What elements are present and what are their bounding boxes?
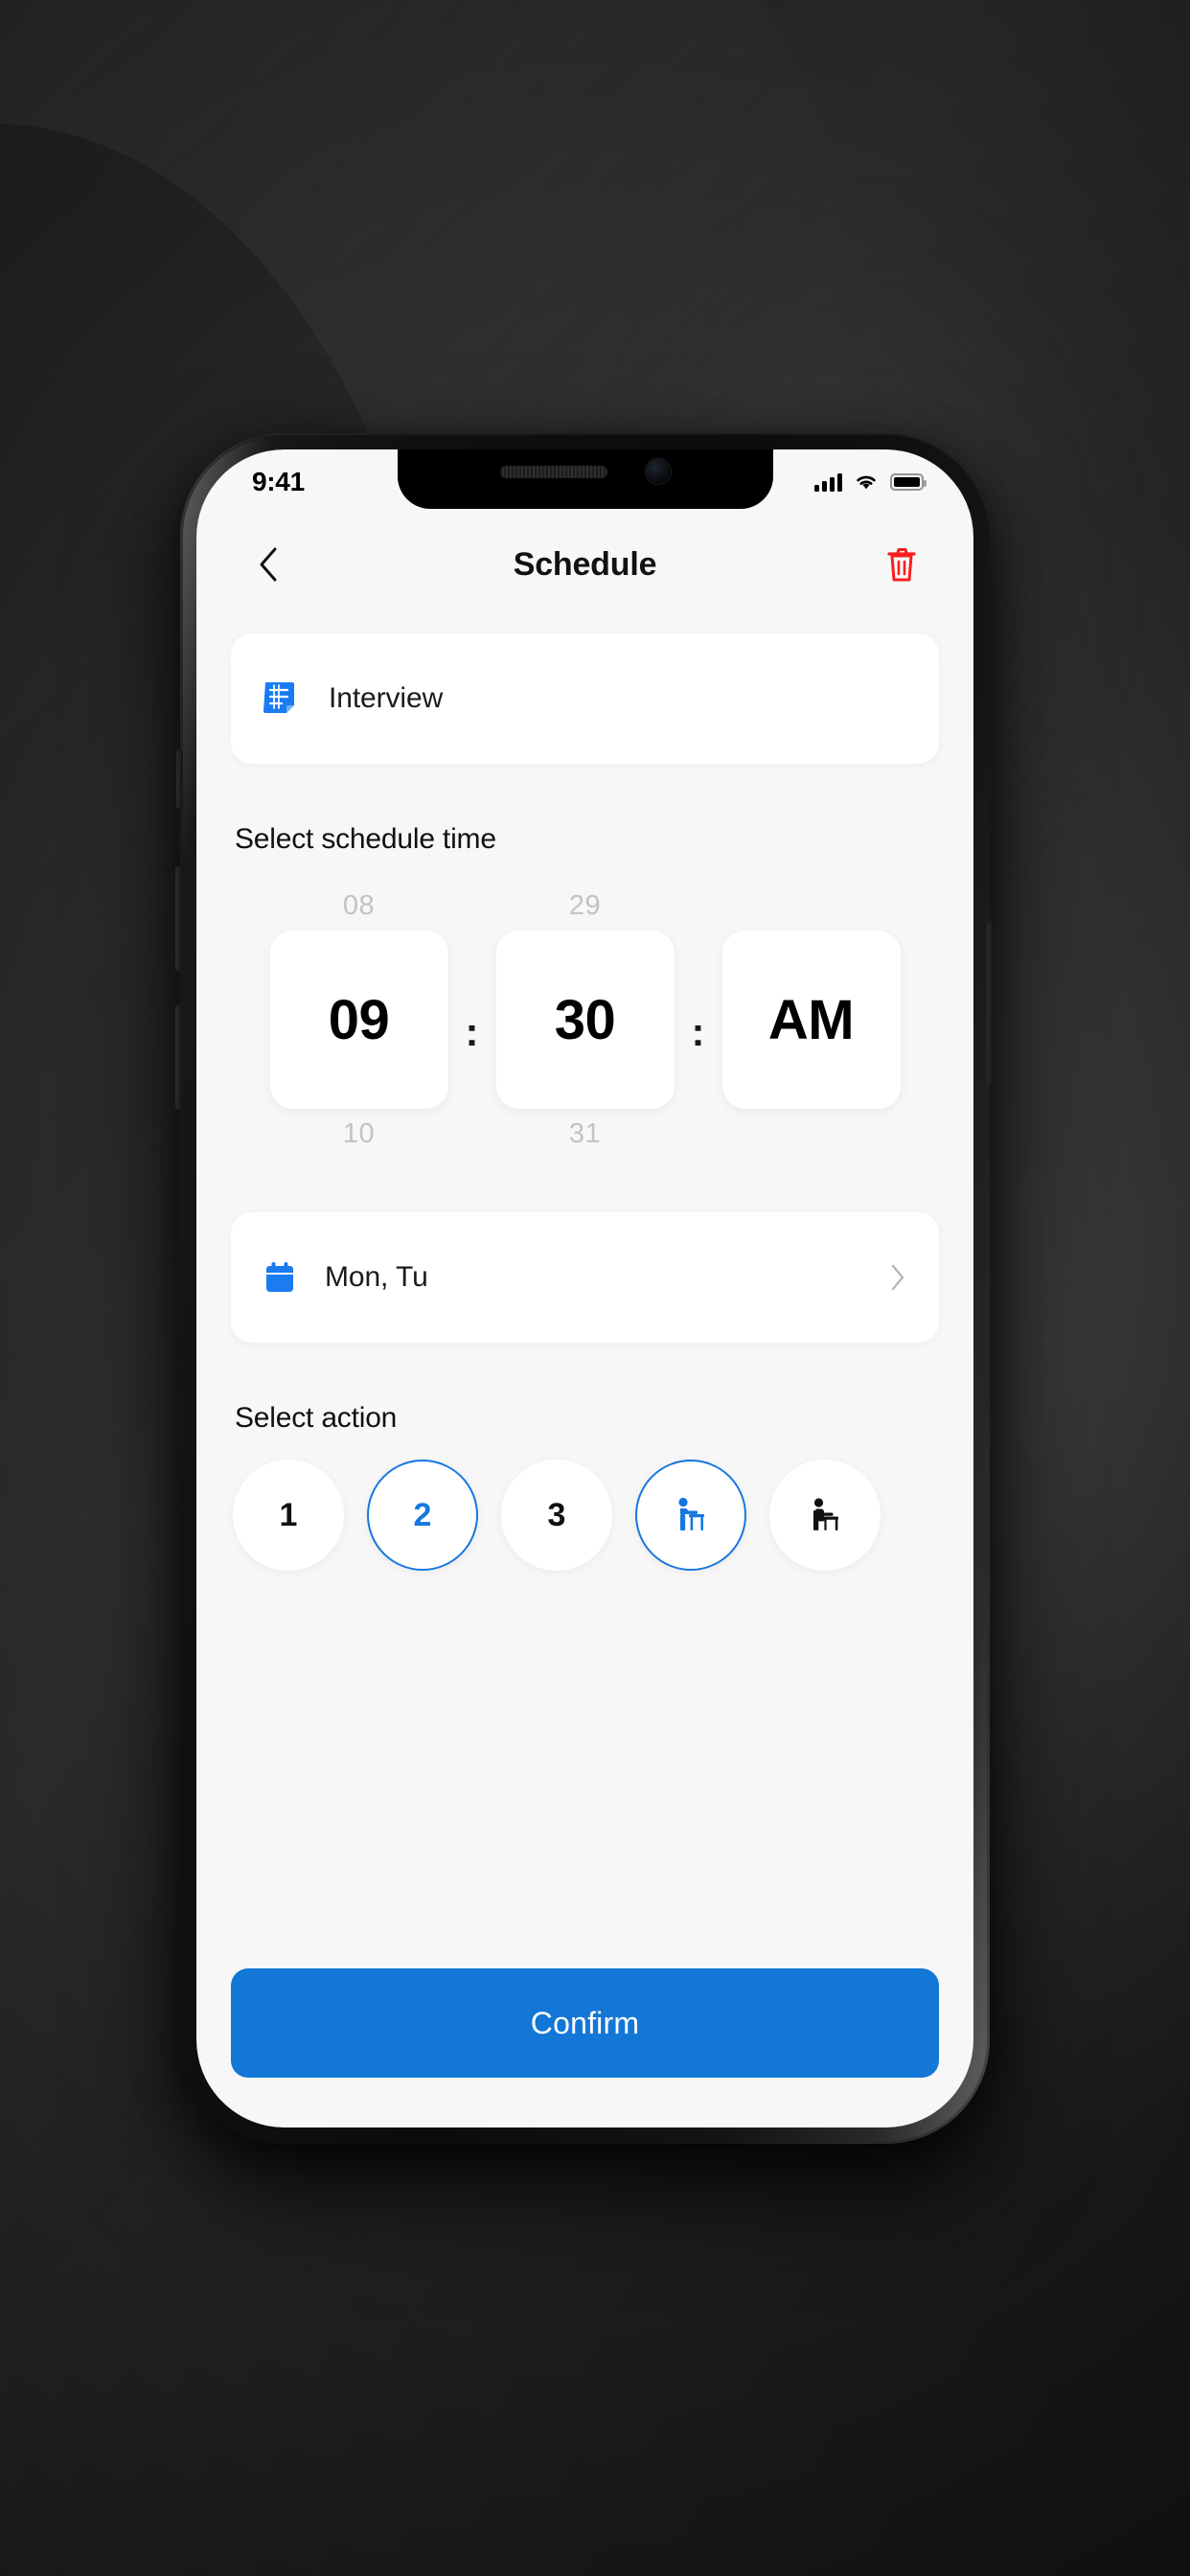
action-options-row: 1 2 3 (231, 1460, 939, 1571)
action-option-standing-desk[interactable] (635, 1460, 746, 1571)
hour-next-value[interactable]: 10 (343, 1109, 375, 1159)
volume-down-button[interactable] (175, 1004, 183, 1110)
time-picker-hour-column: 08 09 10 (269, 881, 448, 1159)
hour-previous-value[interactable]: 08 (343, 881, 375, 931)
cellular-signal-icon (814, 472, 842, 492)
time-picker-meridiem-column: AM (721, 881, 901, 1159)
phone-device-frame: 9:41 Schedule Interview Select schedule … (175, 433, 995, 2144)
chevron-right-icon (891, 1264, 904, 1291)
volume-up-button[interactable] (175, 866, 183, 972)
date-row-wrapper: Mon, Tu (231, 1212, 939, 1343)
delete-button[interactable] (876, 539, 927, 590)
time-separator-1: : (465, 1009, 479, 1054)
earpiece-speaker-icon (499, 465, 607, 478)
minute-selected-value[interactable]: 30 (495, 931, 675, 1109)
minute-next-value[interactable]: 31 (569, 1109, 601, 1159)
repeat-days-label: Mon, Tu (325, 1261, 428, 1293)
front-camera-icon (645, 459, 671, 484)
status-bar-indicators (814, 472, 927, 492)
action-option-sitting-desk[interactable] (769, 1460, 881, 1571)
action-option-1[interactable]: 1 (233, 1460, 344, 1571)
meridiem-selected-value[interactable]: AM (721, 931, 901, 1109)
phone-screen: 9:41 Schedule Interview Select schedule … (196, 449, 973, 2128)
device-notch (397, 449, 773, 509)
hour-selected-value[interactable]: 09 (269, 931, 448, 1109)
person-sitting-at-desk-icon (813, 1498, 838, 1530)
app-header: Schedule (196, 509, 973, 620)
repeat-days-row[interactable]: Mon, Tu (231, 1212, 939, 1343)
time-separator-2: : (691, 1009, 705, 1054)
time-section-label: Select schedule time (235, 823, 496, 855)
event-type-card[interactable]: Interview (231, 633, 939, 764)
event-type-label: Interview (329, 682, 444, 714)
time-picker: 08 09 10 : 29 30 31 : AM (231, 881, 939, 1159)
action-option-2-label: 2 (413, 1496, 432, 1533)
note-document-icon (263, 682, 294, 713)
wifi-icon (857, 475, 876, 490)
chevron-left-icon (260, 547, 277, 582)
person-standing-at-desk-icon (678, 1497, 704, 1530)
minute-previous-value[interactable]: 29 (569, 881, 601, 931)
action-option-1-label: 1 (279, 1496, 298, 1533)
footer-actions: Confirm (231, 1968, 939, 2078)
page-title: Schedule (513, 545, 657, 583)
action-section-label: Select action (235, 1402, 398, 1434)
battery-full-icon (890, 473, 927, 491)
action-option-3[interactable]: 3 (501, 1460, 612, 1571)
action-option-3-label: 3 (547, 1496, 566, 1533)
action-option-2[interactable]: 2 (367, 1460, 478, 1571)
calendar-icon (266, 1262, 293, 1292)
confirm-button[interactable]: Confirm (231, 1968, 939, 2078)
status-bar-clock: 9:41 (252, 467, 305, 496)
trash-icon (887, 548, 916, 582)
time-picker-minute-column: 29 30 31 (495, 881, 675, 1159)
silent-switch-button[interactable] (176, 749, 183, 809)
power-button[interactable] (987, 922, 995, 1085)
back-button[interactable] (242, 539, 294, 590)
screen-content: Interview Select schedule time 08 09 10 … (196, 633, 973, 1571)
